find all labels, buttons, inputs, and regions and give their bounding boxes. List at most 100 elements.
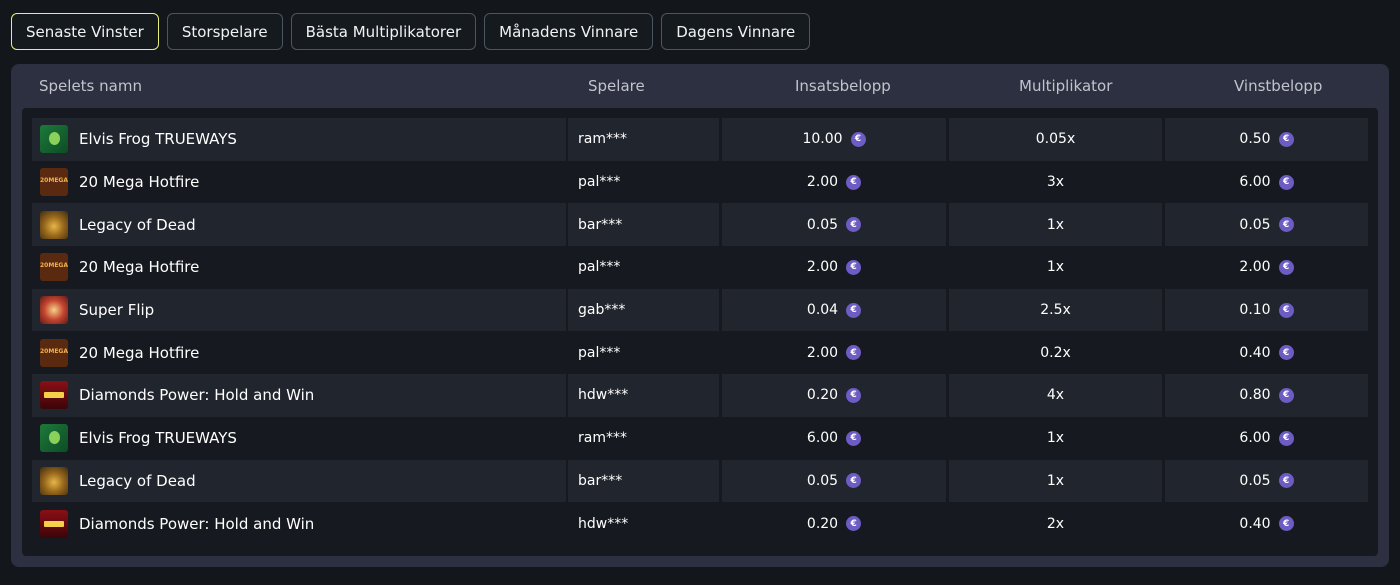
header-bet-amount: Insatsbelopp: [795, 77, 891, 95]
player-cell: hdw***: [568, 502, 719, 545]
multiplier-value: 3x: [1046, 174, 1065, 191]
win-amount: 6.00: [1239, 174, 1271, 191]
euro-coin-icon: €: [846, 473, 862, 489]
game-name[interactable]: 20 Mega Hotfire: [79, 258, 199, 276]
table-row[interactable]: 20 Mega Hotfire pal*** 2.00 € 3x 6.00 €: [22, 161, 1378, 204]
bet-amount: 0.20: [806, 387, 839, 404]
game-thumbnail-icon[interactable]: [40, 424, 68, 453]
bet-cell: 2.00 €: [722, 161, 946, 204]
win-cell: 6.00 €: [1165, 417, 1368, 460]
game-cell[interactable]: 20 Mega Hotfire: [32, 246, 566, 289]
euro-coin-icon: €: [1278, 516, 1294, 532]
player-cell: pal***: [568, 331, 719, 374]
win-cell: 6.00 €: [1165, 161, 1368, 204]
table-row[interactable]: Legacy of Dead bar*** 0.05 €1x 0.05 €: [22, 203, 1378, 247]
game-name[interactable]: Elvis Frog TRUEWAYS: [79, 429, 237, 447]
bet-cell: 2.00 €: [722, 331, 946, 374]
multiplier-value: 2x: [1046, 515, 1065, 532]
tab-senaste-vinster[interactable]: Senaste Vinster: [11, 13, 159, 50]
game-thumbnail-icon[interactable]: [40, 509, 68, 538]
multiplier-value: 2.5x: [1040, 302, 1071, 319]
multiplier-value: 0.2x: [1040, 344, 1071, 361]
tab-manadens-vinnare[interactable]: Månadens Vinnare: [484, 13, 654, 50]
euro-coin-icon: €: [1278, 473, 1294, 489]
win-cell: 0.05 €: [1165, 459, 1368, 503]
euro-coin-icon: €: [850, 131, 866, 147]
euro-coin-icon: €: [846, 302, 862, 318]
euro-coin-icon: €: [1278, 345, 1294, 361]
bet-cell: 0.04 €: [722, 288, 946, 332]
game-cell[interactable]: 20 Mega Hotfire: [32, 331, 566, 374]
tab-dagens-vinnare[interactable]: Dagens Vinnare: [661, 13, 811, 50]
winners-tab-bar: Senaste Vinster Storspelare Bästa Multip…: [11, 13, 811, 50]
header-multiplier: Multiplikator: [1019, 77, 1113, 95]
table-row[interactable]: Super Flip gab*** 0.04 € 2.5x 0.10 €: [22, 288, 1378, 332]
multiplier-cell: 1x: [949, 246, 1162, 289]
game-thumbnail-icon[interactable]: [40, 466, 68, 495]
player-name: bar***: [578, 216, 623, 233]
game-cell[interactable]: Diamonds Power: Hold and Win: [32, 374, 566, 417]
game-cell[interactable]: Legacy of Dead: [32, 459, 566, 503]
euro-coin-icon: €: [846, 387, 862, 403]
table-row[interactable]: Diamonds Power: Hold and Win hdw*** 0.20 €4…: [22, 374, 1378, 417]
player-cell: bar***: [568, 203, 719, 247]
multiplier-value: 1x: [1046, 472, 1065, 489]
game-name[interactable]: Super Flip: [79, 301, 154, 319]
table-row[interactable]: Legacy of Dead bar*** 0.05 €1x 0.05 €: [22, 459, 1378, 503]
game-cell[interactable]: Elvis Frog TRUEWAYS: [32, 118, 566, 161]
game-thumbnail-icon[interactable]: [40, 210, 68, 239]
player-name: gab***: [578, 302, 626, 319]
table-row[interactable]: Elvis Frog TRUEWAYS ram*** 6.00 €1x 6.00 €: [22, 417, 1378, 460]
game-name[interactable]: Legacy of Dead: [79, 472, 196, 490]
game-cell[interactable]: Diamonds Power: Hold and Win: [32, 502, 566, 545]
player-cell: hdw***: [568, 374, 719, 417]
bet-cell: 6.00 €: [722, 417, 946, 460]
game-name[interactable]: Legacy of Dead: [79, 216, 196, 234]
win-amount: 2.00: [1239, 259, 1271, 276]
game-cell[interactable]: 20 Mega Hotfire: [32, 161, 566, 204]
win-cell: 0.40 €: [1165, 502, 1368, 545]
game-thumbnail-icon[interactable]: [40, 381, 68, 410]
bet-amount: 0.20: [806, 515, 839, 532]
euro-coin-icon: €: [846, 345, 862, 361]
bet-cell: 0.20 €: [722, 502, 946, 545]
table-row[interactable]: 20 Mega Hotfire pal*** 2.00 €1x 2.00 €: [22, 246, 1378, 289]
player-cell: ram***: [568, 417, 719, 460]
multiplier-value: 1x: [1046, 259, 1065, 276]
tab-storspelare[interactable]: Storspelare: [166, 13, 283, 50]
game-name[interactable]: Diamonds Power: Hold and Win: [79, 386, 314, 404]
game-thumbnail-icon[interactable]: [40, 296, 68, 325]
game-thumbnail-icon[interactable]: [40, 125, 68, 154]
euro-coin-icon: €: [1278, 430, 1294, 446]
game-cell[interactable]: Super Flip: [32, 288, 566, 332]
bet-cell: 10.00 €: [722, 118, 946, 161]
bet-cell: 2.00 €: [722, 246, 946, 289]
game-cell[interactable]: Elvis Frog TRUEWAYS: [32, 417, 566, 460]
game-name[interactable]: Diamonds Power: Hold and Win: [79, 515, 314, 533]
bet-amount: 10.00: [802, 131, 843, 148]
win-amount: 0.05: [1239, 472, 1271, 489]
player-name: bar***: [578, 472, 623, 489]
game-name[interactable]: 20 Mega Hotfire: [79, 344, 199, 362]
player-cell: pal***: [568, 246, 719, 289]
game-name[interactable]: 20 Mega Hotfire: [79, 173, 199, 191]
tab-basta-multiplikatorer[interactable]: Bästa Multiplikatorer: [290, 13, 477, 50]
table-row[interactable]: Diamonds Power: Hold and Win hdw*** 0.20 €2…: [22, 502, 1378, 545]
multiplier-value: 1x: [1046, 430, 1065, 447]
win-amount: 0.10: [1239, 302, 1271, 319]
win-cell: 2.00 €: [1165, 246, 1368, 289]
bet-amount: 2.00: [806, 174, 839, 191]
game-thumbnail-icon[interactable]: [40, 253, 68, 282]
player-cell: pal***: [568, 161, 719, 204]
game-cell[interactable]: Legacy of Dead: [32, 203, 566, 247]
table-row[interactable]: Elvis Frog TRUEWAYS ram*** 10.00 €0.05x 0.50…: [22, 118, 1378, 161]
win-cell: 0.05 €: [1165, 203, 1368, 247]
game-name[interactable]: Elvis Frog TRUEWAYS: [79, 130, 237, 148]
game-thumbnail-icon[interactable]: [40, 338, 68, 367]
game-thumbnail-icon[interactable]: [40, 168, 68, 197]
table-header: Spelets namn Spelare Insatsbelopp Multip…: [11, 64, 1389, 108]
table-row[interactable]: 20 Mega Hotfire pal*** 2.00 €0.2x 0.40 €: [22, 331, 1378, 374]
bet-amount: 0.04: [806, 302, 839, 319]
euro-coin-icon: €: [1278, 259, 1294, 275]
multiplier-value: 4x: [1046, 387, 1065, 404]
